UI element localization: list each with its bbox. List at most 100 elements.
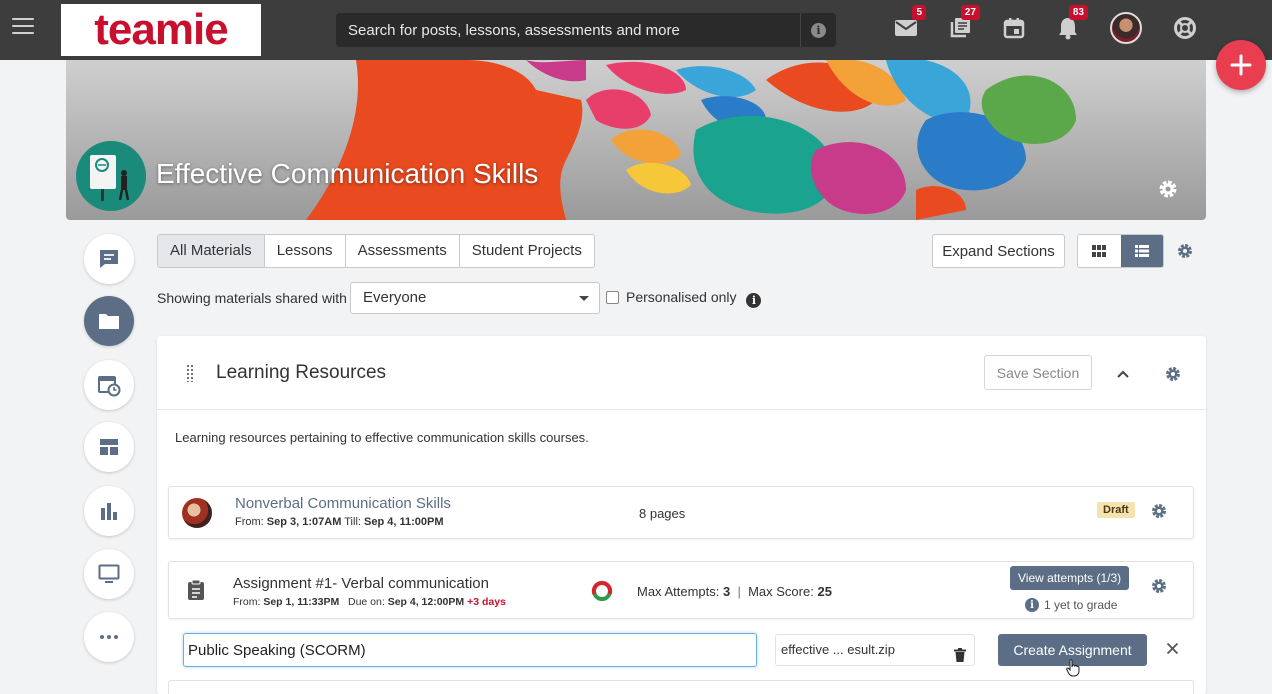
envelope-icon [895,20,917,36]
info-icon[interactable]: i [746,293,762,308]
gear-icon [1178,244,1192,258]
status-badge: Draft [1097,502,1135,518]
notifications-badge: 83 [1068,5,1088,20]
tasks-badge: 27 [960,5,980,20]
section-title: Learning Resources [216,362,387,383]
lesson-settings-button[interactable] [1150,502,1168,525]
personalised-checkbox[interactable] [606,291,619,304]
lifebuoy-icon [1174,17,1196,39]
hand-cursor-icon [1066,659,1080,682]
save-section-button[interactable]: Save Section [984,355,1092,390]
search-bar: i [336,13,836,47]
lesson-thumbnail [182,498,212,528]
sidebar-materials-button[interactable] [84,296,134,346]
search-input[interactable] [336,21,800,39]
lesson-page-count: 8 pages [639,506,686,521]
section-description: Learning resources pertaining to effecti… [175,430,589,445]
user-avatar[interactable] [1110,12,1142,44]
personalised-label: Personalised only i [626,289,762,308]
lesson-title[interactable]: Nonverbal Communication Skills [235,495,451,512]
shared-with-value: Everyone [363,289,427,306]
collapse-section-button[interactable] [1116,366,1130,384]
grid-icon [1092,245,1107,257]
gear-icon [1152,579,1166,593]
close-icon [1166,642,1179,655]
sidebar-more-button[interactable] [84,612,134,662]
lesson-dates: From: Sep 3, 1:07AM Till: Sep 4, 11:00PM [235,516,444,528]
filter-label: Showing materials shared with [157,290,347,306]
gear-icon [1159,180,1177,198]
chevron-up-icon [1117,370,1129,378]
monitor-icon [98,564,120,583]
sidebar-classroom-button[interactable] [84,549,134,599]
materials-tabs: All Materials Lessons Assessments Studen… [157,234,595,268]
calendar-button[interactable] [1000,14,1028,42]
shared-with-select[interactable]: Everyone [350,282,600,314]
messages-button[interactable]: 5 [892,5,926,42]
caret-down-icon [579,296,589,301]
ellipsis-icon [100,635,118,639]
grade-status: i 1 yet to grade [1025,598,1117,612]
dashboard-icon [100,439,118,455]
calendar-icon [1003,18,1025,39]
drag-handle-icon[interactable] [186,364,194,382]
presenter-icon [90,155,130,201]
view-attempts-button[interactable]: View attempts (1/3) [1010,566,1130,590]
personalised-text: Personalised only [626,289,737,305]
plus-icon [1230,54,1252,76]
assignment-limits: Max Attempts: 3 | Max Score: 25 [637,584,832,599]
expand-sections-button[interactable]: Expand Sections [932,234,1065,268]
tab-lessons[interactable]: Lessons [265,235,346,267]
calendar-clock-icon [98,376,121,397]
top-bar: teamie i 5 27 83 [0,0,1272,60]
menu-icon[interactable] [12,18,34,36]
trash-icon [954,648,966,662]
list-item-partial [168,680,1194,694]
app-logo[interactable]: teamie [61,4,261,56]
info-icon: i [1025,598,1039,612]
file-name: effective ... esult.zip [781,642,895,657]
sidebar-schedule-button[interactable] [84,360,134,410]
delete-file-button[interactable] [954,643,966,673]
help-button[interactable] [1171,14,1199,42]
list-icon [1134,245,1149,257]
section-settings-button[interactable] [1164,365,1182,388]
folder-icon [99,314,119,329]
assignment-title[interactable]: Assignment #1- Verbal communication [233,575,489,592]
grid-view-button[interactable] [1078,235,1121,267]
tab-assessments[interactable]: Assessments [346,235,460,267]
banner-settings-button[interactable] [1157,178,1179,205]
donut-icon [591,580,613,601]
messages-badge: 5 [912,5,926,20]
assignment-type-icon [186,579,206,606]
tab-student-projects[interactable]: Student Projects [460,235,594,267]
assignment-title-input[interactable] [183,633,757,667]
clipboard-icon [188,579,204,600]
assignment-settings-button[interactable] [1150,577,1168,600]
course-banner [66,60,1206,220]
chat-icon [100,250,118,268]
materials-settings-button[interactable] [1176,242,1194,265]
attached-file: effective ... esult.zip [775,634,975,666]
list-view-button[interactable] [1120,235,1163,267]
section-divider [157,409,1206,410]
gear-icon [1152,504,1166,518]
logo-text: teamie [94,5,228,54]
course-title: Effective Communication Skills [156,158,539,189]
gear-icon [1166,367,1180,381]
assignment-dates: From: Sep 1, 11:33PM Due on: Sep 4, 12:0… [233,596,506,608]
sidebar-analytics-button[interactable] [84,486,134,536]
banner-artwork [306,60,1076,220]
search-info-icon[interactable]: i [800,13,836,47]
notifications-button[interactable]: 83 [1054,5,1088,42]
add-button[interactable] [1216,40,1266,90]
tasks-button[interactable]: 27 [946,5,980,42]
tab-all-materials[interactable]: All Materials [158,235,265,267]
sidebar-posts-button[interactable] [84,234,134,284]
grade-note: 1 yet to grade [1044,598,1118,612]
submission-progress-ring [591,580,613,607]
view-toggle [1077,234,1164,268]
cancel-new-assignment-button[interactable] [1166,642,1179,660]
bar-chart-icon [101,503,117,520]
sidebar-dashboard-button[interactable] [84,422,134,472]
